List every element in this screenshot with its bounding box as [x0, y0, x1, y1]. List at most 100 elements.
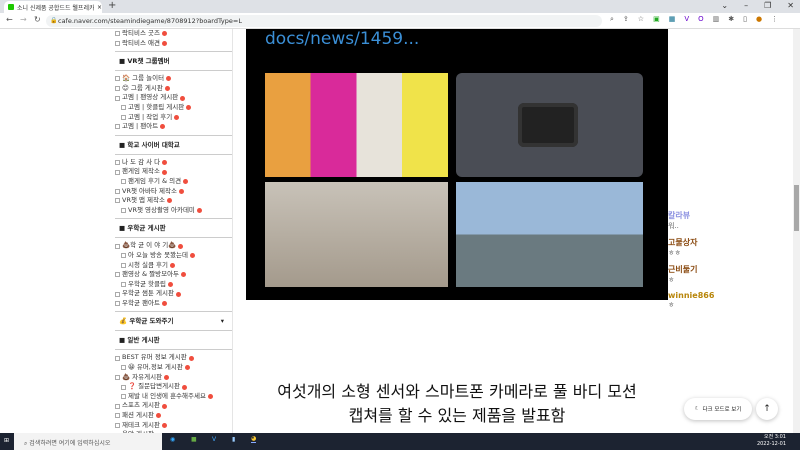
- sidebar-menu-item[interactable]: 아 오늘 방송 못봤는데: [115, 251, 232, 261]
- sidebar-menu-item[interactable]: VR챗 맵 제작소: [115, 196, 232, 206]
- extension-icon[interactable]: ▥: [713, 15, 720, 24]
- donate-menu[interactable]: 💰 우학균 도와주기 ▾: [115, 315, 232, 327]
- url-input[interactable]: 🔒 cafe.naver.com/steamindiegame/8708912?b…: [46, 15, 602, 27]
- sidebar-menu-item[interactable]: ❓ 질문답변게시판: [115, 382, 232, 392]
- close-window-icon[interactable]: ✕: [787, 1, 794, 10]
- sidebar-menu-item[interactable]: 스포츠 게시판: [115, 401, 232, 411]
- chat-message: 고물상자 ㅎㅎ: [668, 237, 788, 258]
- sidebar-menu-item[interactable]: 고멤 | 팬아트: [115, 122, 232, 132]
- sidebar-menu-item[interactable]: 고멤 | 핫클립 게시판: [115, 103, 232, 113]
- board-icon: [121, 394, 126, 400]
- sidebar-menu-item[interactable]: 😊 그룹 게시판: [115, 84, 232, 94]
- chat-username[interactable]: 근비둘기: [668, 264, 788, 275]
- post-caption: 여섯개의 소형 센서와 스마트폰 카메라로 풀 바디 모션 캡쳐를 할 수 있는 …: [246, 380, 668, 428]
- news-link[interactable]: docs/news/1459...: [265, 29, 419, 49]
- browser-tab[interactable]: 소니 신제품 공합드드 웰프레카 ×: [4, 1, 102, 13]
- new-badge-icon: [184, 365, 190, 371]
- new-badge-icon: [174, 114, 180, 120]
- new-badge-icon: [166, 76, 172, 82]
- sidebar-menu-item[interactable]: 팬영상 & 짤방모아두: [115, 270, 232, 280]
- board-icon: [121, 262, 126, 268]
- board-icon: [121, 105, 126, 111]
- sidebar-menu-item[interactable]: 우학균 팬아트: [115, 299, 232, 309]
- forward-icon[interactable]: →: [20, 15, 27, 24]
- close-tab-icon[interactable]: ×: [97, 4, 102, 11]
- board-icon: [115, 95, 120, 101]
- sidebar-menu-item[interactable]: 락티비스 애견: [115, 39, 232, 49]
- share-icon[interactable]: ⇪: [623, 15, 629, 24]
- clock[interactable]: 오전 3:01 2022-12-01: [757, 434, 786, 448]
- zoom-icon[interactable]: ⌕: [610, 15, 614, 24]
- board-icon: [115, 291, 120, 297]
- dark-mode-button[interactable]: ☾ 다크 모드로 보기: [684, 398, 752, 420]
- sidebar-menu-item[interactable]: 락티비스 굿즈: [115, 29, 232, 39]
- extension-icon[interactable]: ▦: [669, 15, 676, 24]
- puzzle-icon[interactable]: ✱: [728, 15, 734, 24]
- reload-icon[interactable]: ↻: [34, 15, 41, 24]
- sidebar-menu-item[interactable]: 제발 내 인생에 훈수해주세요: [115, 392, 232, 402]
- extension-icon[interactable]: ▣: [653, 15, 660, 24]
- new-badge-icon: [207, 394, 213, 400]
- sidebar-menu-item[interactable]: 패션 게시판: [115, 411, 232, 421]
- divider: [115, 51, 232, 53]
- new-badge-icon: [175, 291, 181, 297]
- edge-icon[interactable]: ◉: [170, 436, 175, 443]
- sidebar-menu-item[interactable]: 재테크 게시판: [115, 421, 232, 431]
- sidebar-menu-item[interactable]: 🏠 그룹 놀이터: [115, 74, 232, 84]
- scroll-to-top-button[interactable]: ↑: [756, 398, 778, 420]
- sidebar-menu-item[interactable]: 😀 유머,정보 게시판: [115, 363, 232, 373]
- sidebar-menu-item[interactable]: 팬게임 후기 & 의견: [115, 177, 232, 187]
- divider: [115, 311, 232, 313]
- address-bar-row: ← → ↻ 🔒 cafe.naver.com/steamindiegame/870…: [0, 13, 800, 29]
- new-badge-icon: [161, 422, 167, 428]
- sidebar-menu-item[interactable]: 💩학 균 이 야 기💩: [115, 241, 232, 251]
- menu-icon[interactable]: ⋮: [771, 15, 778, 24]
- sidebar-menu-item[interactable]: BEST 유머 정보 게시판: [115, 353, 232, 363]
- sidebar-menu-item[interactable]: 시청 실큼 후기: [115, 261, 232, 271]
- minecraft-icon[interactable]: ■: [191, 436, 197, 443]
- caption-line: 여섯개의 소형 센서와 스마트폰 카메라로 풀 바디 모션: [277, 382, 637, 401]
- board-icon: [121, 281, 126, 287]
- vscode-icon[interactable]: V: [212, 436, 216, 443]
- restore-icon[interactable]: ❐: [764, 1, 771, 10]
- extension-o-icon[interactable]: O: [698, 15, 704, 24]
- new-badge-icon: [182, 384, 188, 390]
- back-icon[interactable]: ←: [6, 15, 13, 24]
- scrollbar[interactable]: [793, 29, 800, 433]
- sidebar-menu-item[interactable]: 고멤 | 팬영상 게시판: [115, 93, 232, 103]
- minimize-icon[interactable]: –: [744, 1, 748, 10]
- windows-start-icon[interactable]: ⊞: [4, 437, 9, 444]
- chat-username[interactable]: winnie866: [668, 291, 788, 300]
- tab-search-icon[interactable]: ⌄: [721, 1, 728, 10]
- extension-v-icon[interactable]: V: [684, 15, 689, 24]
- sidebar-menu-item[interactable]: VR챗 아바타 제작소: [115, 187, 232, 197]
- new-badge-icon: [167, 198, 172, 204]
- new-badge-icon: [155, 413, 161, 419]
- scrollbar-thumb[interactable]: [794, 185, 799, 231]
- chevron-down-icon[interactable]: ▾: [221, 315, 224, 327]
- board-icon: [115, 422, 120, 428]
- app-icon[interactable]: ▮: [232, 436, 235, 443]
- bookmark-star-icon[interactable]: ☆: [638, 15, 644, 24]
- sidebar-menu-item[interactable]: 우학균 핫클립: [115, 280, 232, 290]
- new-badge-icon: [161, 301, 167, 307]
- sidebar-menu-item[interactable]: 우학균 썸툰 게시판: [115, 289, 232, 299]
- sidepanel-icon[interactable]: ▯: [743, 15, 747, 24]
- sensor-case-photo: [456, 73, 643, 177]
- divider: [115, 349, 232, 351]
- new-badge-icon: [167, 281, 173, 287]
- sidebar-menu-item[interactable]: 💩 자유게시판: [115, 373, 232, 383]
- taskbar-search-input[interactable]: ⌕ 검색하려면 여기에 입력하십시오: [14, 433, 162, 450]
- sidebar-menu-item[interactable]: 고멤 | 작업 후기: [115, 113, 232, 123]
- board-icon: [121, 114, 126, 120]
- sidebar-menu-item[interactable]: VR챗 영상촬영 아카데미: [115, 206, 232, 216]
- new-tab-button[interactable]: +: [108, 0, 116, 11]
- section-header: 일반 게시판: [115, 334, 232, 346]
- new-badge-icon: [161, 40, 167, 46]
- profile-avatar[interactable]: ●: [756, 15, 762, 24]
- sidebar-menu-item[interactable]: 팬게임 제작소: [115, 167, 232, 177]
- chrome-icon[interactable]: ◕: [251, 435, 257, 443]
- chat-username[interactable]: 고물상자: [668, 237, 788, 248]
- chat-username[interactable]: 칼라뷰: [668, 210, 788, 221]
- sidebar-menu-item[interactable]: 나 도 감 사 다: [115, 158, 232, 168]
